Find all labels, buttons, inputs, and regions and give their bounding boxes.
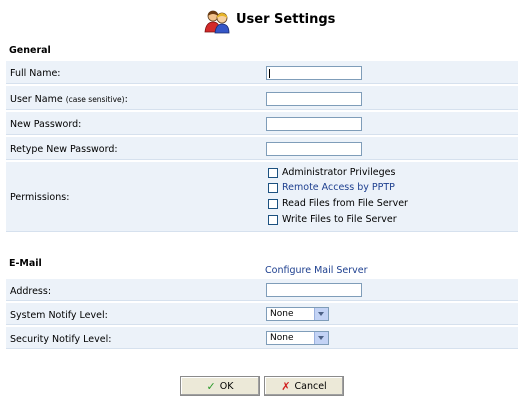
- security-notify-label: Security Notify Level:: [10, 334, 112, 345]
- system-notify-row: System Notify Level: None: [6, 302, 518, 325]
- user-name-input[interactable]: [266, 92, 362, 106]
- user-name-hint: (case sensitive): [65, 95, 125, 104]
- permissions-label: Permissions:: [10, 192, 70, 203]
- retype-password-label: Retype New Password:: [10, 144, 118, 155]
- new-password-label: New Password:: [10, 119, 82, 130]
- user-name-row: User Name (case sensitive):: [6, 85, 518, 110]
- admin-label: Administrator Privileges: [282, 167, 396, 178]
- pptp-checkbox[interactable]: [268, 183, 278, 193]
- pptp-label[interactable]: Remote Access by PPTP: [282, 182, 395, 193]
- users-icon: [204, 10, 230, 34]
- security-notify-value: None: [270, 333, 294, 343]
- write-files-label: Write Files to File Server: [282, 214, 397, 225]
- configure-mail-server-link[interactable]: Configure Mail Server: [265, 265, 368, 276]
- new-password-row: New Password:: [6, 111, 518, 135]
- read-files-checkbox[interactable]: [268, 199, 278, 209]
- security-notify-select[interactable]: None: [266, 331, 329, 345]
- page-title: User Settings: [236, 12, 336, 27]
- write-files-checkbox[interactable]: [268, 215, 278, 225]
- email-heading: E-Mail: [9, 258, 42, 269]
- full-name-row: Full Name:: [6, 60, 518, 84]
- new-password-input[interactable]: [266, 117, 362, 131]
- retype-password-input[interactable]: [266, 142, 362, 156]
- ok-button[interactable]: ✓ OK: [180, 376, 260, 396]
- permissions-row: Permissions: Administrator Privileges Re…: [6, 161, 518, 232]
- user-name-label: User Name (case sensitive):: [10, 94, 128, 105]
- address-label: Address:: [10, 286, 52, 297]
- checkmark-icon: ✓: [206, 379, 216, 393]
- full-name-label: Full Name:: [10, 68, 61, 79]
- ok-label: OK: [219, 380, 234, 392]
- system-notify-value: None: [270, 309, 294, 319]
- admin-checkbox[interactable]: [268, 168, 278, 178]
- chevron-down-icon[interactable]: [314, 308, 328, 320]
- cancel-button[interactable]: ✗ Cancel: [264, 376, 344, 396]
- general-heading: General: [9, 45, 51, 56]
- chevron-down-icon[interactable]: [314, 332, 328, 344]
- retype-password-row: Retype New Password:: [6, 136, 518, 160]
- page-header: User Settings: [0, 8, 525, 34]
- cancel-label: Cancel: [294, 380, 327, 392]
- security-notify-row: Security Notify Level: None: [6, 326, 518, 349]
- close-icon: ✗: [281, 379, 291, 393]
- system-notify-label: System Notify Level:: [10, 310, 108, 321]
- read-files-label: Read Files from File Server: [282, 198, 408, 209]
- address-input[interactable]: [266, 283, 362, 297]
- system-notify-select[interactable]: None: [266, 307, 329, 321]
- address-row: Address:: [6, 278, 518, 301]
- full-name-input[interactable]: [266, 66, 362, 80]
